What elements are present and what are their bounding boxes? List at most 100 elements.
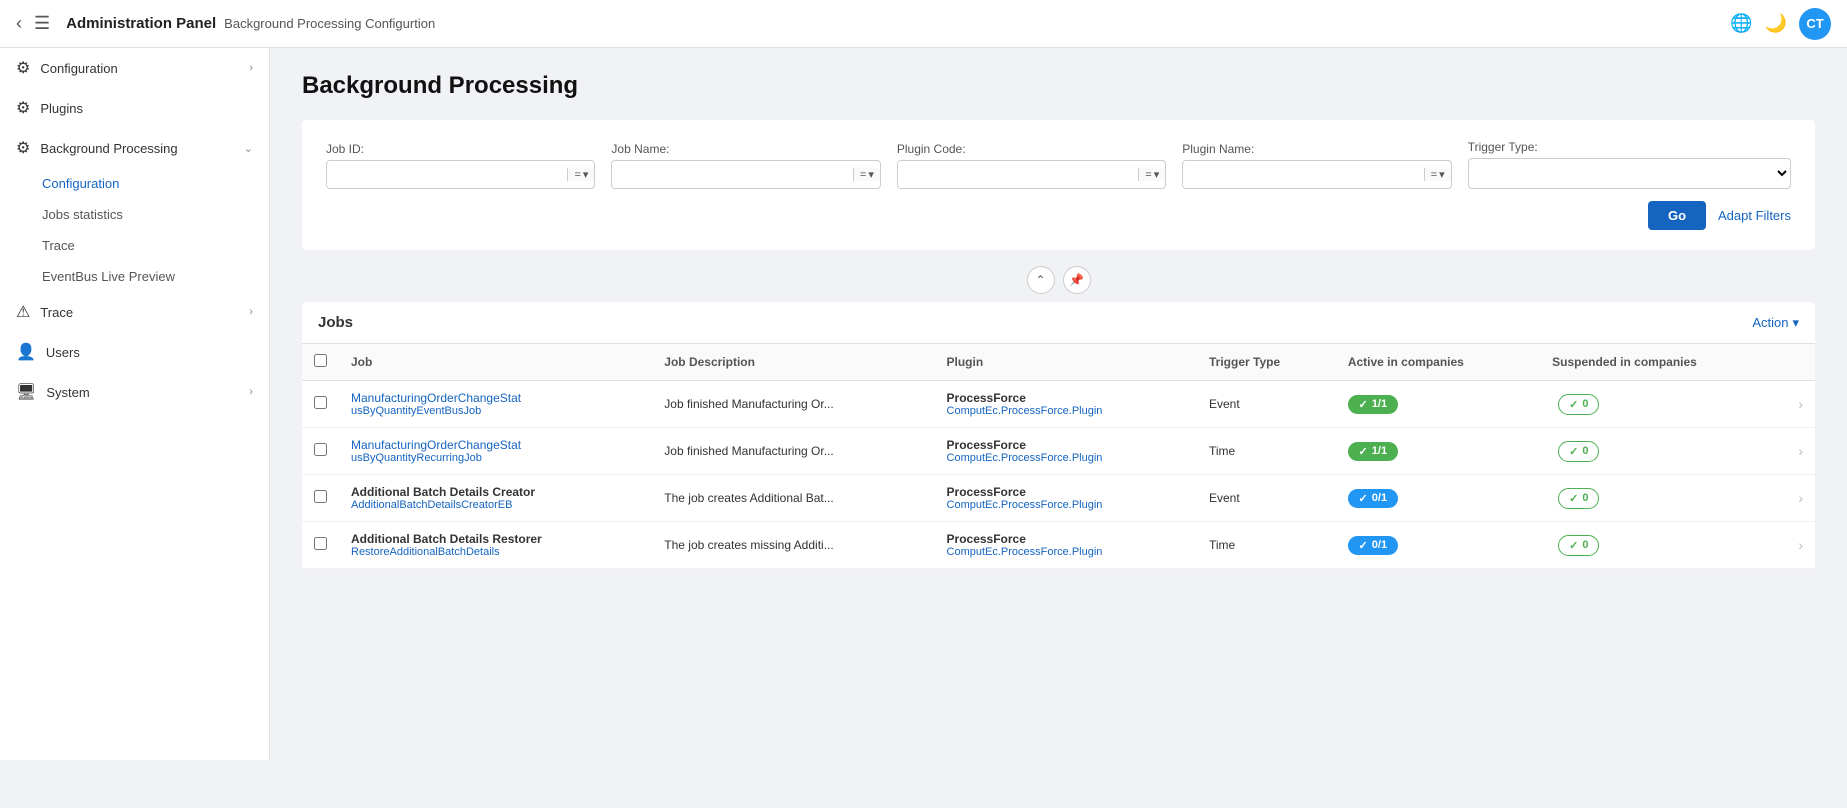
check-icon-suspended: ✓ [1569, 445, 1578, 458]
job-name-sub: AdditionalBatchDetailsCreatorEB [351, 499, 640, 511]
sidebar-label-background-processing: Background Processing [40, 141, 177, 156]
globe-icon[interactable]: 🌐 [1730, 13, 1752, 34]
plugin-code: ComputEc.ProcessForce.Plugin [947, 499, 1185, 511]
row-checkbox-0[interactable] [314, 396, 327, 409]
suspended-badge: ✓ 0 [1558, 488, 1599, 509]
job-id-op[interactable]: = ▾ [567, 168, 594, 181]
job-name-secondary: usByQuantityRecurringJob [351, 452, 640, 464]
go-button[interactable]: Go [1648, 201, 1706, 230]
plugin-code-input-wrap: = ▾ [897, 160, 1166, 189]
sidebar-item-system[interactable]: 🖥 System › [0, 372, 269, 412]
plugin-code-label: Plugin Code: [897, 142, 1166, 156]
job-name-op[interactable]: = ▾ [853, 168, 880, 181]
sidebar-item-background-processing[interactable]: ⚙ Background Processing ⌄ [0, 128, 269, 168]
plugin-code-op[interactable]: = ▾ [1138, 168, 1165, 181]
active-badge-container: ✓ 1/1 [1348, 442, 1528, 461]
job-name-input-wrap: = ▾ [611, 160, 880, 189]
sidebar-item-trace[interactable]: ⚠ Trace › [0, 292, 269, 332]
row-checkbox-2[interactable] [314, 490, 327, 503]
active-badge-container: ✓ 1/1 [1348, 395, 1528, 414]
filter-section: Job ID: = ▾ Job Name: [302, 120, 1815, 250]
row-checkbox-3[interactable] [314, 537, 327, 550]
job-name-bold: Additional Batch Details Restorer [351, 532, 640, 546]
row-expand-icon[interactable]: › [1798, 490, 1803, 506]
active-count: 0/1 [1372, 539, 1387, 551]
background-processing-icon: ⚙ [16, 138, 30, 158]
sidebar-item-plugins[interactable]: ⚙ Plugins [0, 88, 269, 128]
job-id-input[interactable] [327, 161, 567, 188]
suspended-badge: ✓ 0 [1558, 394, 1599, 415]
plugin-name-op[interactable]: = ▾ [1424, 168, 1451, 181]
plugin-name: ProcessForce [947, 438, 1185, 452]
table-row: Additional Batch Details Creator Additio… [302, 475, 1815, 522]
job-name-primary: ManufacturingOrderChangeStat [351, 438, 640, 452]
action-chevron-icon: ▾ [1792, 315, 1799, 331]
sidebar-label-trace: Trace [40, 305, 73, 320]
sidebar-sub-background-processing: Configuration Jobs statistics Trace Even… [0, 168, 269, 292]
chevron-down-jobname-icon: ▾ [868, 168, 874, 181]
sidebar-item-bp-eventbus[interactable]: EventBus Live Preview [42, 261, 269, 292]
chevron-down-pluginname-icon: ▾ [1439, 168, 1445, 181]
chevron-down-icon: ⌄ [244, 142, 253, 155]
topbar-actions: 🌐 🌙 CT [1730, 8, 1831, 40]
row-expand-icon[interactable]: › [1798, 443, 1803, 459]
check-icon-suspended: ✓ [1569, 398, 1578, 411]
sidebar-item-configuration[interactable]: ⚙ Configuration › [0, 48, 269, 88]
avatar[interactable]: CT [1799, 8, 1831, 40]
job-description: The job creates Additional Bat... [652, 475, 934, 522]
plugin-code-input[interactable] [898, 161, 1138, 188]
active-count: 1/1 [1372, 398, 1387, 410]
main-inner: Background Processing Job ID: = ▾ [270, 48, 1847, 593]
back-button[interactable]: ‹ [16, 13, 22, 34]
sidebar-item-bp-trace[interactable]: Trace [42, 230, 269, 261]
job-description: The job creates missing Additi... [652, 522, 934, 569]
trigger-type: Time [1197, 522, 1336, 569]
layout: ⚙ Configuration › ⚙ Plugins ⚙ Background… [0, 48, 1847, 760]
active-count: 1/1 [1372, 445, 1387, 457]
breadcrumb: Background Processing Configurtion [224, 16, 435, 31]
collapse-row: ⌃ 📌 [302, 266, 1815, 294]
check-icon: ✓ [1359, 492, 1368, 505]
plugin-name-field: Plugin Name: = ▾ [1182, 142, 1451, 189]
collapse-up-button[interactable]: ⌃ [1027, 266, 1055, 294]
jobs-title: Jobs [318, 314, 353, 331]
job-name-input[interactable] [612, 161, 852, 188]
table-row: ManufacturingOrderChangeStat usByQuantit… [302, 428, 1815, 475]
sidebar-item-users[interactable]: 👤 Users [0, 332, 269, 372]
row-expand-icon[interactable]: › [1798, 537, 1803, 553]
plugin-name: ProcessForce [947, 485, 1185, 499]
configuration-icon: ⚙ [16, 58, 30, 78]
job-name-label: Job Name: [611, 142, 880, 156]
trigger-type: Time [1197, 428, 1336, 475]
plugin-name: ProcessForce [947, 391, 1185, 405]
row-checkbox-1[interactable] [314, 443, 327, 456]
plugin-code: ComputEc.ProcessForce.Plugin [947, 546, 1185, 558]
suspended-count: 0 [1582, 539, 1588, 551]
check-icon: ✓ [1359, 445, 1368, 458]
check-icon: ✓ [1359, 539, 1368, 552]
theme-toggle-icon[interactable]: 🌙 [1765, 13, 1787, 34]
action-button[interactable]: Action ▾ [1752, 315, 1799, 331]
suspended-badge-container: ✓ 0 [1552, 535, 1774, 556]
adapt-filters-button[interactable]: Adapt Filters [1718, 208, 1791, 223]
select-all-checkbox[interactable] [314, 354, 327, 367]
plugin-name-input[interactable] [1183, 161, 1423, 188]
row-expand-icon[interactable]: › [1798, 396, 1803, 412]
job-description: Job finished Manufacturing Or... [652, 381, 934, 428]
sidebar-label-plugins: Plugins [40, 101, 83, 116]
th-row-action [1786, 344, 1815, 381]
sidebar: ⚙ Configuration › ⚙ Plugins ⚙ Background… [0, 48, 270, 760]
active-badge-container: ✓ 0/1 [1348, 536, 1528, 555]
job-id-input-wrap: = ▾ [326, 160, 595, 189]
suspended-badge-container: ✓ 0 [1552, 394, 1774, 415]
trigger-type-select[interactable]: Event Time [1468, 158, 1791, 189]
suspended-count: 0 [1582, 398, 1588, 410]
job-id-field: Job ID: = ▾ [326, 142, 595, 189]
sidebar-item-bp-configuration[interactable]: Configuration [42, 168, 269, 199]
menu-button[interactable]: ☰ [34, 13, 50, 34]
table-row: Additional Batch Details Restorer Restor… [302, 522, 1815, 569]
trace-icon: ⚠ [16, 302, 30, 322]
sidebar-item-bp-jobs-statistics[interactable]: Jobs statistics [42, 199, 269, 230]
users-icon: 👤 [16, 342, 36, 362]
pin-button[interactable]: 📌 [1063, 266, 1091, 294]
